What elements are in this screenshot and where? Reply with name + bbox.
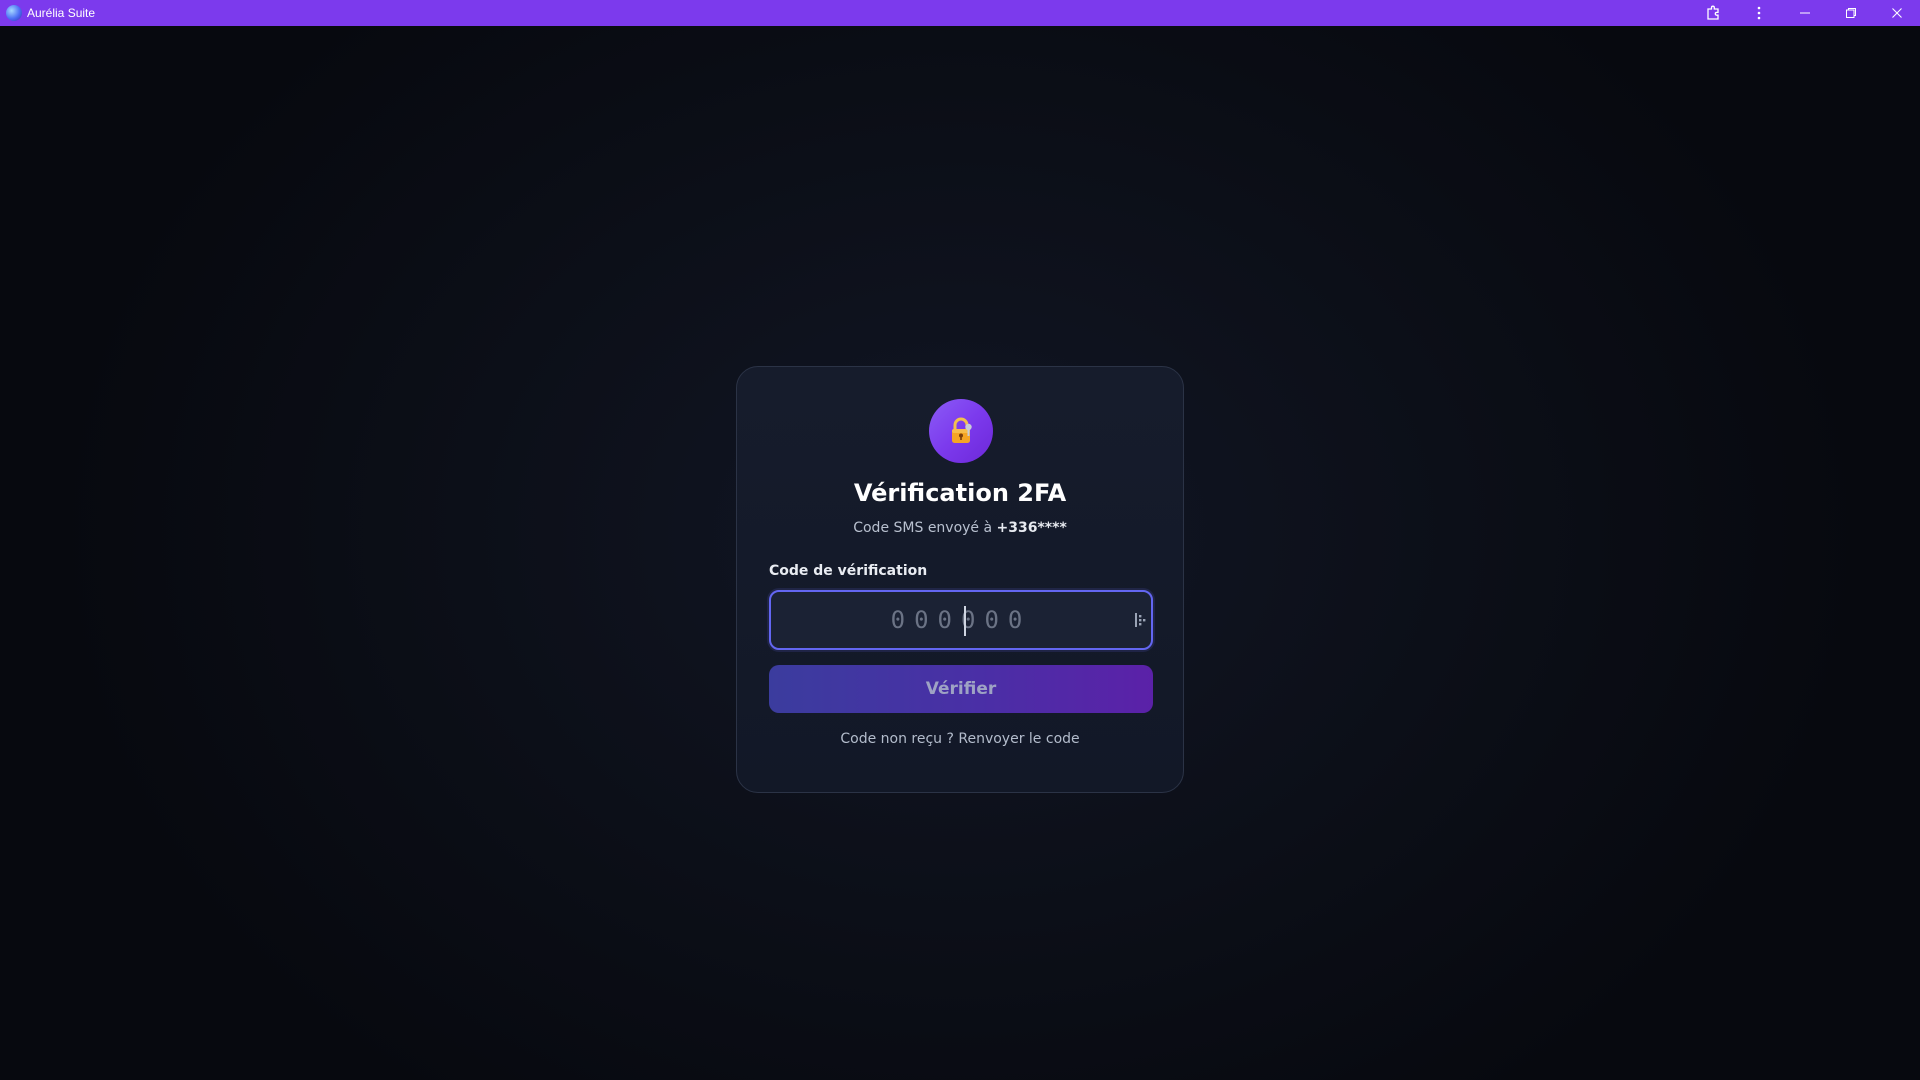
restore-button[interactable] bbox=[1828, 0, 1874, 26]
verification-card: Vérification 2FA Code SMS envoyé à +336*… bbox=[736, 366, 1184, 793]
verify-button[interactable]: Vérifier bbox=[769, 665, 1153, 713]
sms-sent-notice: Code SMS envoyé à +336**** bbox=[737, 520, 1183, 536]
password-manager-icon[interactable] bbox=[1134, 611, 1148, 629]
masked-phone-number: +336**** bbox=[996, 520, 1067, 536]
app-logo-icon bbox=[6, 5, 22, 21]
close-icon bbox=[1892, 8, 1902, 18]
title-bar: Aurélia Suite bbox=[0, 0, 1920, 26]
minimize-button[interactable] bbox=[1782, 0, 1828, 26]
more-icon bbox=[1757, 6, 1761, 20]
verification-code-input[interactable]: 000000 bbox=[769, 590, 1153, 650]
lock-badge bbox=[929, 399, 993, 463]
more-options-button[interactable] bbox=[1736, 0, 1782, 26]
card-title: Vérification 2FA bbox=[853, 479, 1067, 507]
sms-sent-text: Code SMS envoyé à bbox=[853, 520, 997, 536]
code-placeholder: 000000 bbox=[890, 606, 1032, 634]
restore-icon bbox=[1846, 8, 1856, 18]
extensions-button[interactable] bbox=[1690, 0, 1736, 26]
resend-row: Code non reçu ? Renvoyer le code bbox=[737, 731, 1183, 747]
code-field-label: Code de vérification bbox=[769, 563, 928, 579]
text-caret bbox=[964, 606, 966, 636]
lock-icon bbox=[952, 417, 972, 443]
extensions-icon bbox=[1707, 5, 1719, 20]
window-title: Aurélia Suite bbox=[27, 6, 96, 20]
minimize-icon bbox=[1800, 12, 1810, 14]
resend-prompt: Code non reçu ? bbox=[840, 731, 959, 747]
resend-code-link[interactable]: Renvoyer le code bbox=[958, 731, 1079, 747]
close-button[interactable] bbox=[1874, 0, 1920, 26]
app-background: Vérification 2FA Code SMS envoyé à +336*… bbox=[0, 26, 1920, 1080]
